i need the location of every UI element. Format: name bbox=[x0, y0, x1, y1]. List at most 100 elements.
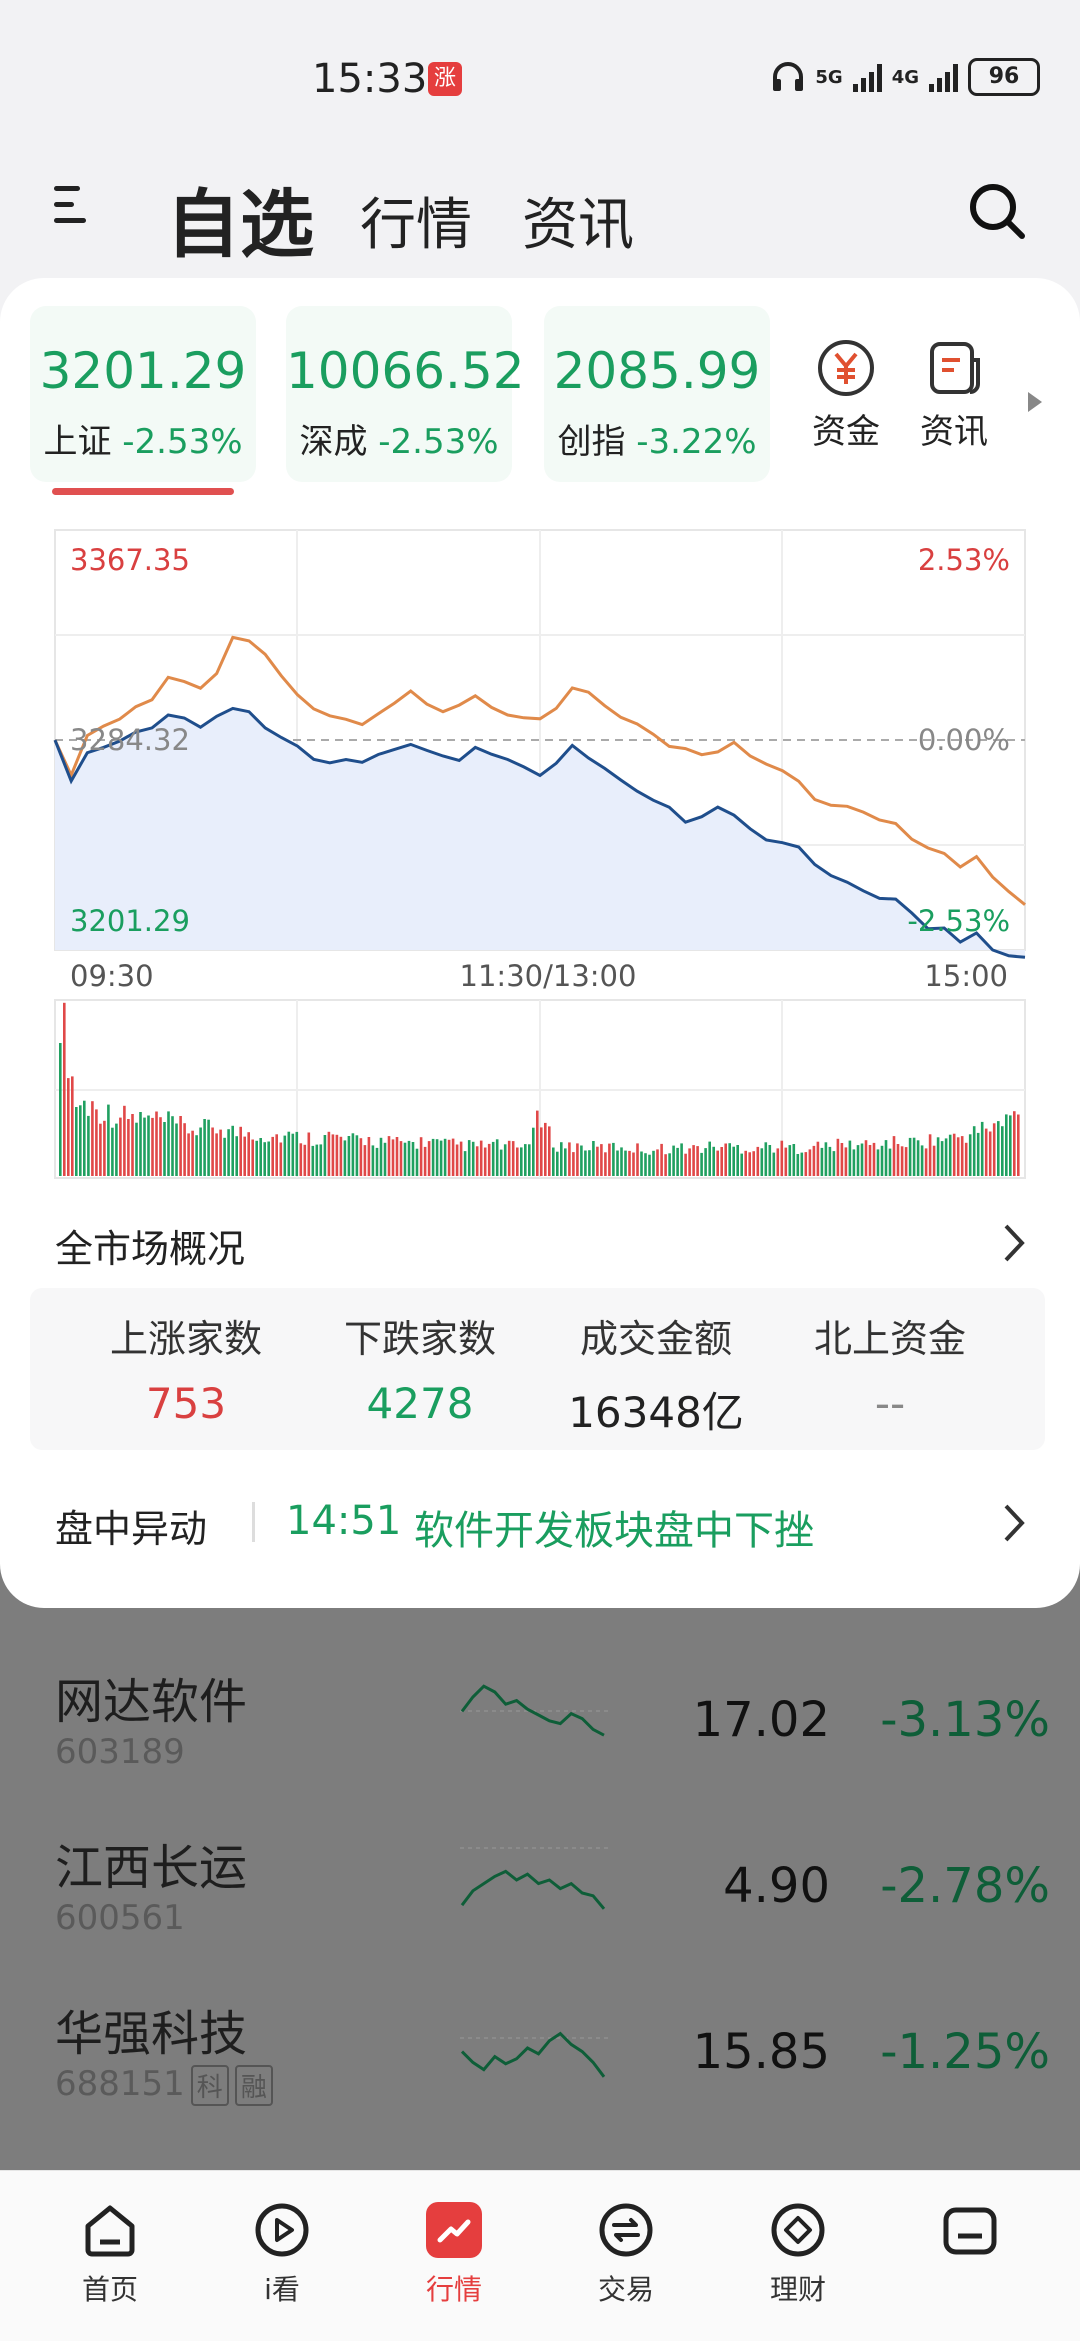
exchange-icon bbox=[599, 2203, 653, 2257]
stat-label: 成交金额 bbox=[579, 1317, 732, 1361]
volume-bar bbox=[511, 1141, 515, 1176]
nav-market[interactable]: 行情 bbox=[384, 2200, 524, 2308]
volume-bar bbox=[820, 1147, 824, 1176]
volume-bar bbox=[331, 1134, 335, 1176]
volume-bar bbox=[688, 1148, 691, 1176]
volume-bar bbox=[736, 1145, 739, 1176]
event-text[interactable]: 软件开发板块盘中下挫 bbox=[414, 1498, 814, 1556]
volume-bar bbox=[443, 1138, 447, 1176]
volume-bar bbox=[788, 1145, 792, 1176]
volume-bar bbox=[115, 1123, 118, 1176]
tab-watchlist[interactable]: 自选 bbox=[166, 165, 314, 272]
y-label-top: 3367.35 bbox=[70, 543, 190, 577]
volume-bar bbox=[111, 1127, 114, 1176]
index-shenzhen[interactable]: 10066.52 深成 -2.53% bbox=[286, 306, 525, 482]
stock-change: -3.13% bbox=[880, 1692, 1050, 1748]
volume-bar bbox=[836, 1138, 840, 1176]
stock-change: -1.25% bbox=[880, 2024, 1050, 2080]
volume-bar bbox=[556, 1151, 559, 1176]
nav-home[interactable]: 首页 bbox=[40, 2200, 180, 2308]
volume-bar bbox=[800, 1152, 804, 1176]
market-overview-title[interactable]: 全市场概况 bbox=[55, 1218, 245, 1273]
event-time[interactable]: 14:51 bbox=[286, 1498, 401, 1544]
volume-bar bbox=[1005, 1114, 1008, 1176]
stat-turnover: 成交金额 16348亿 bbox=[536, 1308, 776, 1440]
nav-wallet[interactable] bbox=[900, 2200, 1040, 2268]
volume-bar bbox=[395, 1137, 399, 1176]
volume-bar bbox=[431, 1138, 435, 1176]
volume-bar bbox=[103, 1120, 106, 1176]
volume-bar bbox=[1009, 1115, 1012, 1176]
volume-bar bbox=[632, 1152, 635, 1176]
volume-bar bbox=[880, 1145, 884, 1176]
volume-bar bbox=[435, 1139, 439, 1176]
menu-icon[interactable] bbox=[50, 180, 94, 230]
stock-sparkline bbox=[460, 1847, 610, 1910]
volume-bar bbox=[720, 1147, 723, 1176]
tab-market[interactable]: 行情 bbox=[360, 180, 472, 261]
intraday-chart[interactable]: 3367.35 3284.32 3201.29 2.53% 0.00% -2.5… bbox=[0, 520, 1080, 1180]
stock-name[interactable]: 华强科技 bbox=[55, 1994, 247, 2064]
volume-bar bbox=[676, 1147, 679, 1176]
volume-bar bbox=[568, 1142, 571, 1176]
volume-bar bbox=[932, 1145, 936, 1176]
volume-bar bbox=[135, 1122, 138, 1176]
volume-bar bbox=[988, 1131, 992, 1176]
stock-name[interactable]: 网达软件 bbox=[55, 1662, 247, 1732]
funds-button[interactable]: 资金 bbox=[798, 338, 894, 453]
volume-bar bbox=[447, 1139, 451, 1176]
home-icon bbox=[85, 2205, 135, 2257]
chevron-right-icon[interactable] bbox=[1000, 1222, 1028, 1264]
headphones-icon bbox=[773, 62, 804, 91]
volume-bar bbox=[844, 1147, 848, 1176]
stock-code: 688151 bbox=[55, 2064, 185, 2104]
more-arrow-icon[interactable] bbox=[1028, 392, 1042, 412]
volume-bar bbox=[155, 1111, 158, 1176]
volume-bar bbox=[351, 1133, 355, 1176]
volume-bar bbox=[355, 1135, 359, 1176]
volume-bar bbox=[764, 1142, 768, 1176]
volume-bar bbox=[780, 1140, 784, 1176]
index-shanghai[interactable]: 3201.29 上证 -2.53% bbox=[30, 306, 256, 482]
sparkline-path bbox=[460, 1869, 606, 1910]
volume-bar bbox=[427, 1141, 431, 1176]
status-rise-badge: 涨 bbox=[428, 62, 462, 96]
index-name: 上证 bbox=[43, 422, 112, 462]
volume-bar bbox=[491, 1141, 495, 1176]
volume-bar bbox=[540, 1127, 543, 1176]
volume-bar bbox=[191, 1130, 194, 1176]
chevron-right-icon[interactable] bbox=[1000, 1502, 1028, 1544]
volume-bar bbox=[956, 1137, 960, 1176]
index-chinext[interactable]: 2085.99 创指 -3.22% bbox=[544, 306, 770, 482]
volume-bar bbox=[291, 1133, 295, 1176]
volume-bar bbox=[936, 1137, 940, 1176]
volume-bar bbox=[255, 1140, 258, 1176]
volume-bar bbox=[600, 1144, 603, 1176]
volume-bar bbox=[760, 1148, 764, 1176]
news-button[interactable]: 资讯 bbox=[906, 338, 1002, 453]
volume-bar bbox=[644, 1153, 647, 1176]
pct-label-bottom: -2.53% bbox=[907, 904, 1010, 938]
stat-value: 16348亿 bbox=[568, 1388, 744, 1437]
volume-bar bbox=[804, 1152, 808, 1176]
volume-bar bbox=[680, 1143, 683, 1176]
volume-bar bbox=[363, 1145, 367, 1176]
nav-iwatch[interactable]: i看 bbox=[212, 2200, 352, 2308]
search-button[interactable] bbox=[968, 182, 1026, 240]
volume-bar bbox=[868, 1145, 872, 1176]
nav-trade[interactable]: 交易 bbox=[556, 2200, 696, 2308]
volume-bar bbox=[604, 1152, 607, 1176]
volume-bar bbox=[379, 1137, 383, 1176]
volume-bar bbox=[423, 1146, 427, 1176]
stock-name[interactable]: 江西长运 bbox=[55, 1828, 247, 1898]
nav-finance[interactable]: 理财 bbox=[728, 2200, 868, 2308]
volume-bar bbox=[147, 1115, 150, 1176]
volume-bar bbox=[347, 1136, 351, 1176]
volume-bar bbox=[487, 1143, 491, 1176]
stat-advancers: 上涨家数 753 bbox=[66, 1308, 306, 1428]
yuan-coin-icon bbox=[818, 340, 874, 396]
nav-label: i看 bbox=[264, 2273, 300, 2306]
volume-bar bbox=[207, 1119, 210, 1176]
tab-news[interactable]: 资讯 bbox=[522, 180, 634, 261]
volume-bar bbox=[608, 1143, 611, 1176]
